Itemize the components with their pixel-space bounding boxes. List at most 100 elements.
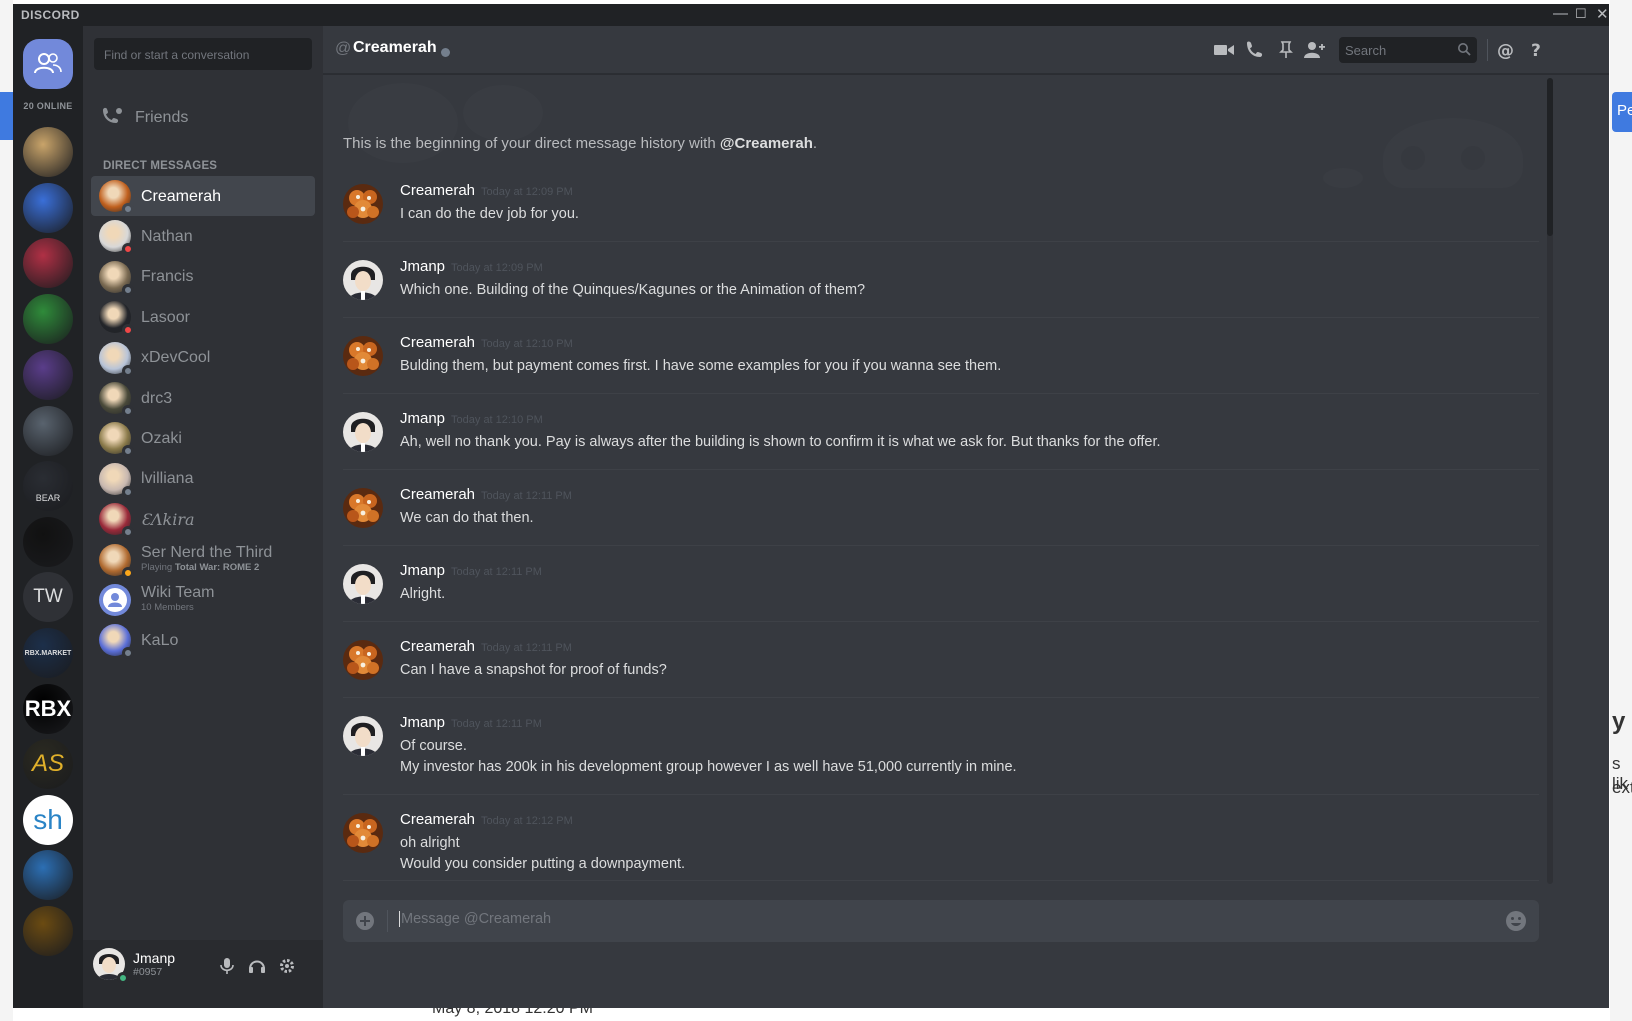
message-avatar[interactable] bbox=[343, 412, 383, 452]
server-icon-rbx-place[interactable]: RBX bbox=[23, 684, 73, 734]
message-author[interactable]: Creamerah bbox=[400, 486, 475, 503]
dm-item[interactable]: Nathan bbox=[91, 216, 315, 256]
dm-item[interactable]: Creamerah bbox=[91, 176, 315, 216]
message-timestamp: Today at 12:10 PM bbox=[451, 414, 543, 426]
headphones-icon[interactable] bbox=[247, 956, 267, 976]
message-author[interactable]: Creamerah bbox=[400, 334, 475, 351]
find-conversation-input[interactable]: Find or start a conversation bbox=[94, 38, 312, 70]
server-icon-ice[interactable] bbox=[23, 850, 73, 900]
server-list: 20 ONLINE BEAR TW RBX.MARKET RBX AS sh bbox=[13, 26, 83, 1008]
dm-avatar bbox=[99, 584, 131, 616]
message-body: Alright. bbox=[400, 584, 445, 605]
message-avatar[interactable] bbox=[343, 640, 383, 680]
message-header: Jmanp Today at 12:11 PM bbox=[400, 562, 542, 579]
dm-item[interactable]: lvilliana bbox=[91, 459, 315, 499]
user-tag: #0957 bbox=[133, 966, 163, 978]
maximize-button[interactable]: ☐ bbox=[1575, 6, 1587, 22]
server-icon-gold-crest[interactable] bbox=[23, 906, 73, 956]
svg-text:@: @ bbox=[1497, 41, 1514, 60]
message-avatar[interactable] bbox=[343, 716, 383, 756]
server-icon-label: BEAR bbox=[35, 493, 61, 503]
add-friend-to-dm-icon[interactable] bbox=[1303, 40, 1325, 60]
message-line: Alright. bbox=[400, 586, 446, 602]
server-icon-purple-hero[interactable] bbox=[23, 350, 73, 400]
begin-suffix: . bbox=[812, 135, 818, 152]
message-author[interactable]: Jmanp bbox=[400, 562, 445, 579]
message-avatar[interactable] bbox=[343, 184, 383, 224]
message-body: Bulding them, but payment comes first. I… bbox=[400, 356, 1001, 377]
dm-item[interactable]: Francis bbox=[91, 257, 315, 297]
status-offline-indicator bbox=[122, 647, 134, 660]
dm-name: Francis bbox=[141, 268, 194, 286]
dm-item[interactable]: Ozaki bbox=[91, 418, 315, 458]
video-call-icon[interactable] bbox=[1213, 40, 1235, 60]
dm-text: Lasoor bbox=[141, 309, 190, 325]
dm-section-header: DIRECT MESSAGES bbox=[103, 160, 218, 172]
scrollbar-thumb[interactable] bbox=[1547, 78, 1553, 236]
dm-item[interactable]: Ser Nerd the Third Playing Total War: ROM… bbox=[91, 540, 315, 580]
emoji-picker-icon[interactable] bbox=[1505, 910, 1527, 932]
close-button[interactable]: ✕ bbox=[1596, 5, 1609, 23]
app-brand: DISCORD bbox=[21, 8, 80, 22]
message-author[interactable]: Creamerah bbox=[400, 638, 475, 655]
server-icon-as[interactable]: AS bbox=[23, 739, 73, 789]
home-button[interactable] bbox=[23, 39, 73, 89]
message-input[interactable]: Message @Creamerah bbox=[399, 911, 551, 927]
message-author[interactable]: Creamerah bbox=[400, 811, 475, 828]
message-body: oh alright Would you consider putting a d… bbox=[400, 833, 685, 875]
server-icon-bear-studio[interactable]: BEAR bbox=[23, 461, 73, 511]
chat-search-input[interactable]: Search bbox=[1339, 37, 1477, 63]
message-avatar[interactable] bbox=[343, 260, 383, 300]
message-avatar[interactable] bbox=[343, 813, 383, 853]
server-icon-wolf[interactable] bbox=[23, 517, 73, 567]
server-icon-red-character[interactable] bbox=[23, 238, 73, 288]
message-author[interactable]: Jmanp bbox=[400, 410, 445, 427]
message-divider bbox=[343, 697, 1539, 698]
message-avatar[interactable] bbox=[343, 488, 383, 528]
server-icon-blue-globe[interactable] bbox=[23, 183, 73, 233]
message-divider bbox=[343, 241, 1539, 242]
message-author[interactable]: Creamerah bbox=[400, 182, 475, 199]
dm-item[interactable]: xDevCool bbox=[91, 338, 315, 378]
dm-item[interactable]: Wiki Team 10 Members bbox=[91, 580, 315, 620]
dm-item[interactable]: drc3 bbox=[91, 378, 315, 418]
dm-item[interactable]: KaLo bbox=[91, 620, 315, 660]
message-author[interactable]: Jmanp bbox=[400, 258, 445, 275]
pinned-messages-icon[interactable] bbox=[1275, 40, 1297, 60]
activity-game: Total War: ROME 2 bbox=[174, 561, 260, 573]
message-header: Creamerah Today at 12:09 PM bbox=[400, 182, 573, 199]
upload-plus-icon[interactable] bbox=[355, 911, 375, 931]
search-placeholder: Search bbox=[1345, 43, 1387, 58]
status-offline-indicator bbox=[122, 283, 134, 296]
server-icon-hero-academia[interactable] bbox=[23, 294, 73, 344]
message-header: Creamerah Today at 12:11 PM bbox=[400, 486, 572, 503]
message-body: Ah, well no thank you. Pay is always aft… bbox=[400, 432, 1161, 453]
mentions-icon[interactable]: @ bbox=[1495, 40, 1517, 61]
voice-call-icon[interactable] bbox=[1243, 40, 1265, 60]
chat-area: @ Creamerah Search @ ? This is the begin… bbox=[323, 26, 1609, 1008]
svg-text:?: ? bbox=[1531, 41, 1541, 60]
message-author[interactable]: Jmanp bbox=[400, 714, 445, 731]
help-icon[interactable]: ? bbox=[1527, 40, 1549, 61]
status-offline-indicator bbox=[122, 203, 134, 215]
message-header: Creamerah Today at 12:12 PM bbox=[400, 811, 573, 828]
message-scrollbar[interactable] bbox=[1547, 78, 1553, 884]
settings-gear-icon[interactable] bbox=[277, 956, 297, 976]
server-icon-tw[interactable]: TW bbox=[23, 572, 73, 622]
server-icon-label: AS bbox=[31, 750, 64, 777]
dm-item[interactable]: Lasoor bbox=[91, 297, 315, 337]
message-body: Of course. My investor has 200k in his de… bbox=[400, 736, 1017, 778]
friends-nav-item[interactable]: Friends bbox=[91, 97, 315, 139]
dm-text: Nathan bbox=[141, 228, 193, 244]
message-line: I can do the dev job for you. bbox=[400, 206, 579, 222]
dm-item[interactable]: ƐɅkira bbox=[91, 499, 315, 539]
server-icon-rbx-market[interactable]: RBX.MARKET bbox=[23, 628, 73, 678]
microphone-icon[interactable] bbox=[217, 956, 237, 976]
message-avatar[interactable] bbox=[343, 336, 383, 376]
server-icon-anime-face[interactable] bbox=[23, 127, 73, 177]
server-icon-grey-figure[interactable] bbox=[23, 406, 73, 456]
server-icon-sh[interactable]: sh bbox=[23, 795, 73, 845]
message-avatar[interactable] bbox=[343, 564, 383, 604]
minimize-button[interactable]: — bbox=[1553, 5, 1568, 22]
dm-avatar bbox=[99, 624, 134, 660]
